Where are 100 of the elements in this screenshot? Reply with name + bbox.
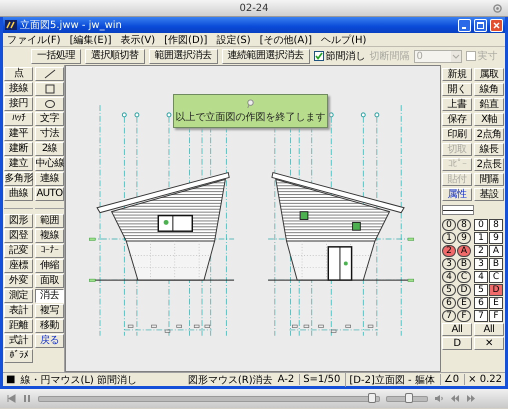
menu-item[interactable]: ファイル(F) xyxy=(7,32,61,46)
command-button[interactable]: 基設 xyxy=(474,188,504,201)
layer-button[interactable]: 1 xyxy=(474,232,488,244)
layer-group-button[interactable]: 1 xyxy=(442,232,456,244)
pause-icon[interactable] xyxy=(22,394,32,403)
slider-track[interactable] xyxy=(38,396,380,402)
close-button[interactable] xyxy=(490,18,503,32)
settings-icon[interactable] xyxy=(493,4,502,13)
tool-button[interactable]: 多角形 xyxy=(4,172,33,186)
layer-group-button[interactable]: 2 xyxy=(442,245,456,257)
tool-button[interactable] xyxy=(35,82,64,96)
tool-button[interactable]: 建断 xyxy=(4,142,33,156)
tool-button[interactable]: 寸法 xyxy=(35,127,64,141)
tool-button[interactable]: ｺｰﾅｰ xyxy=(35,244,64,258)
tool-button[interactable]: 複線 xyxy=(35,229,64,243)
layer-button[interactable]: 0 xyxy=(474,219,488,231)
command-button[interactable]: 属取 xyxy=(474,68,504,81)
tool-button[interactable]: 式計 xyxy=(4,334,33,348)
command-button[interactable]: 鉛直 xyxy=(474,98,504,111)
layer-group-button[interactable]: F xyxy=(457,310,471,322)
menu-item[interactable]: [編集(E)] xyxy=(70,32,112,46)
tool-button[interactable]: 接線 xyxy=(4,82,33,96)
toolbar-button[interactable]: 範囲選択消去 xyxy=(148,48,218,64)
layer-button[interactable]: B xyxy=(489,258,503,270)
command-button[interactable]: 線長 xyxy=(474,143,504,156)
tool-button[interactable]: 消去 xyxy=(35,289,64,303)
command-button[interactable]: 2点長 xyxy=(474,158,504,171)
layer-group-button[interactable]: 6 xyxy=(442,297,456,309)
menu-item[interactable]: [作図(D)] xyxy=(164,32,208,46)
tool-button[interactable]: 曲線 xyxy=(4,187,33,201)
tool-button[interactable]: 距離 xyxy=(4,319,33,333)
tool-button[interactable]: 図登 xyxy=(4,229,33,243)
layer-group-button[interactable]: 9 xyxy=(457,232,471,244)
layer-group-button[interactable]: A xyxy=(457,245,471,257)
tool-button[interactable]: 座標 xyxy=(4,259,33,273)
menu-item[interactable]: 表示(V) xyxy=(120,32,156,46)
checkbox[interactable] xyxy=(314,51,324,61)
layer-button[interactable]: A xyxy=(489,245,503,257)
tool-button[interactable]: 面取 xyxy=(35,274,64,288)
command-button[interactable]: 線角 xyxy=(474,83,504,96)
layer-button[interactable]: 3 xyxy=(474,258,488,270)
layer-group-button[interactable]: 5 xyxy=(442,284,456,296)
close-layers-button[interactable]: ✕ xyxy=(474,337,504,350)
tool-button[interactable]: 文字 xyxy=(35,112,64,126)
tool-button[interactable]: 記変 xyxy=(4,244,33,258)
all-groups-button[interactable]: All xyxy=(442,323,472,336)
fast-forward-icon[interactable] xyxy=(466,394,476,403)
tool-button[interactable]: 表計 xyxy=(4,304,33,318)
tool-button[interactable] xyxy=(35,97,64,111)
tool-button[interactable]: 外変 xyxy=(4,274,33,288)
tool-button[interactable]: 戻る xyxy=(35,334,64,348)
tool-button[interactable] xyxy=(35,67,64,81)
group-button[interactable]: D xyxy=(442,337,472,350)
toolbar-button[interactable]: 選択順切替 xyxy=(85,48,144,64)
layer-button[interactable]: F xyxy=(489,310,503,322)
command-button[interactable]: 印刷 xyxy=(442,128,472,141)
layer-button[interactable]: 5 xyxy=(474,284,488,296)
minimize-button[interactable] xyxy=(458,18,471,32)
layer-group-button[interactable]: 8 xyxy=(457,219,471,231)
layer-group-button[interactable]: B xyxy=(457,258,471,270)
tool-button[interactable]: 図形 xyxy=(4,214,33,228)
tool-button[interactable]: 伸縮 xyxy=(35,259,64,273)
tool-button[interactable]: 点 xyxy=(4,67,33,81)
layer-group-button[interactable]: E xyxy=(457,297,471,309)
menu-item[interactable]: 設定(S) xyxy=(216,32,251,46)
layer-button[interactable]: E xyxy=(489,297,503,309)
all-layers-button[interactable]: All xyxy=(474,323,504,336)
rewind-icon[interactable] xyxy=(450,394,460,403)
tool-button[interactable]: 建平 xyxy=(4,127,33,141)
line-style-selector[interactable] xyxy=(442,205,474,215)
tool-button[interactable]: 建立 xyxy=(4,157,33,171)
command-button[interactable]: 2点角 xyxy=(474,128,504,141)
layer-group-button[interactable]: C xyxy=(457,271,471,283)
command-button[interactable]: 間隔 xyxy=(474,173,504,186)
tool-button[interactable]: 2線 xyxy=(35,142,64,156)
command-button[interactable]: 属性 xyxy=(442,188,472,201)
layer-group-button[interactable]: 0 xyxy=(442,219,456,231)
layer-group-button[interactable]: 4 xyxy=(442,271,456,283)
progress-thumb[interactable] xyxy=(368,392,376,402)
command-button[interactable]: 上書 xyxy=(442,98,472,111)
menu-item[interactable]: [その他(A)] xyxy=(260,32,312,46)
layer-button[interactable]: 2 xyxy=(474,245,488,257)
toolbar-button[interactable]: 一括処理 xyxy=(31,48,81,64)
tool-button[interactable]: 範囲 xyxy=(35,214,64,228)
maximize-button[interactable] xyxy=(474,18,487,32)
command-button[interactable]: X軸 xyxy=(474,113,504,126)
layer-button[interactable]: 9 xyxy=(489,232,503,244)
tool-button[interactable]: 中心線 xyxy=(35,157,64,171)
tool-button[interactable]: ﾊｯﾁ xyxy=(4,112,33,126)
layer-button[interactable]: 6 xyxy=(474,297,488,309)
layer-group-button[interactable]: 3 xyxy=(442,258,456,270)
tool-button[interactable]: 接円 xyxy=(4,97,33,111)
layer-button[interactable]: C xyxy=(489,271,503,283)
slider-track[interactable] xyxy=(386,396,428,402)
layer-button[interactable]: 7 xyxy=(474,310,488,322)
layer-group-button[interactable]: D xyxy=(457,284,471,296)
tool-button[interactable]: AUTO xyxy=(35,187,64,201)
tool-button[interactable]: ﾎﾞﾗﾒ xyxy=(4,349,33,363)
command-button[interactable]: 新規 xyxy=(442,68,472,81)
menu-item[interactable]: ヘルプ(H) xyxy=(321,32,366,46)
